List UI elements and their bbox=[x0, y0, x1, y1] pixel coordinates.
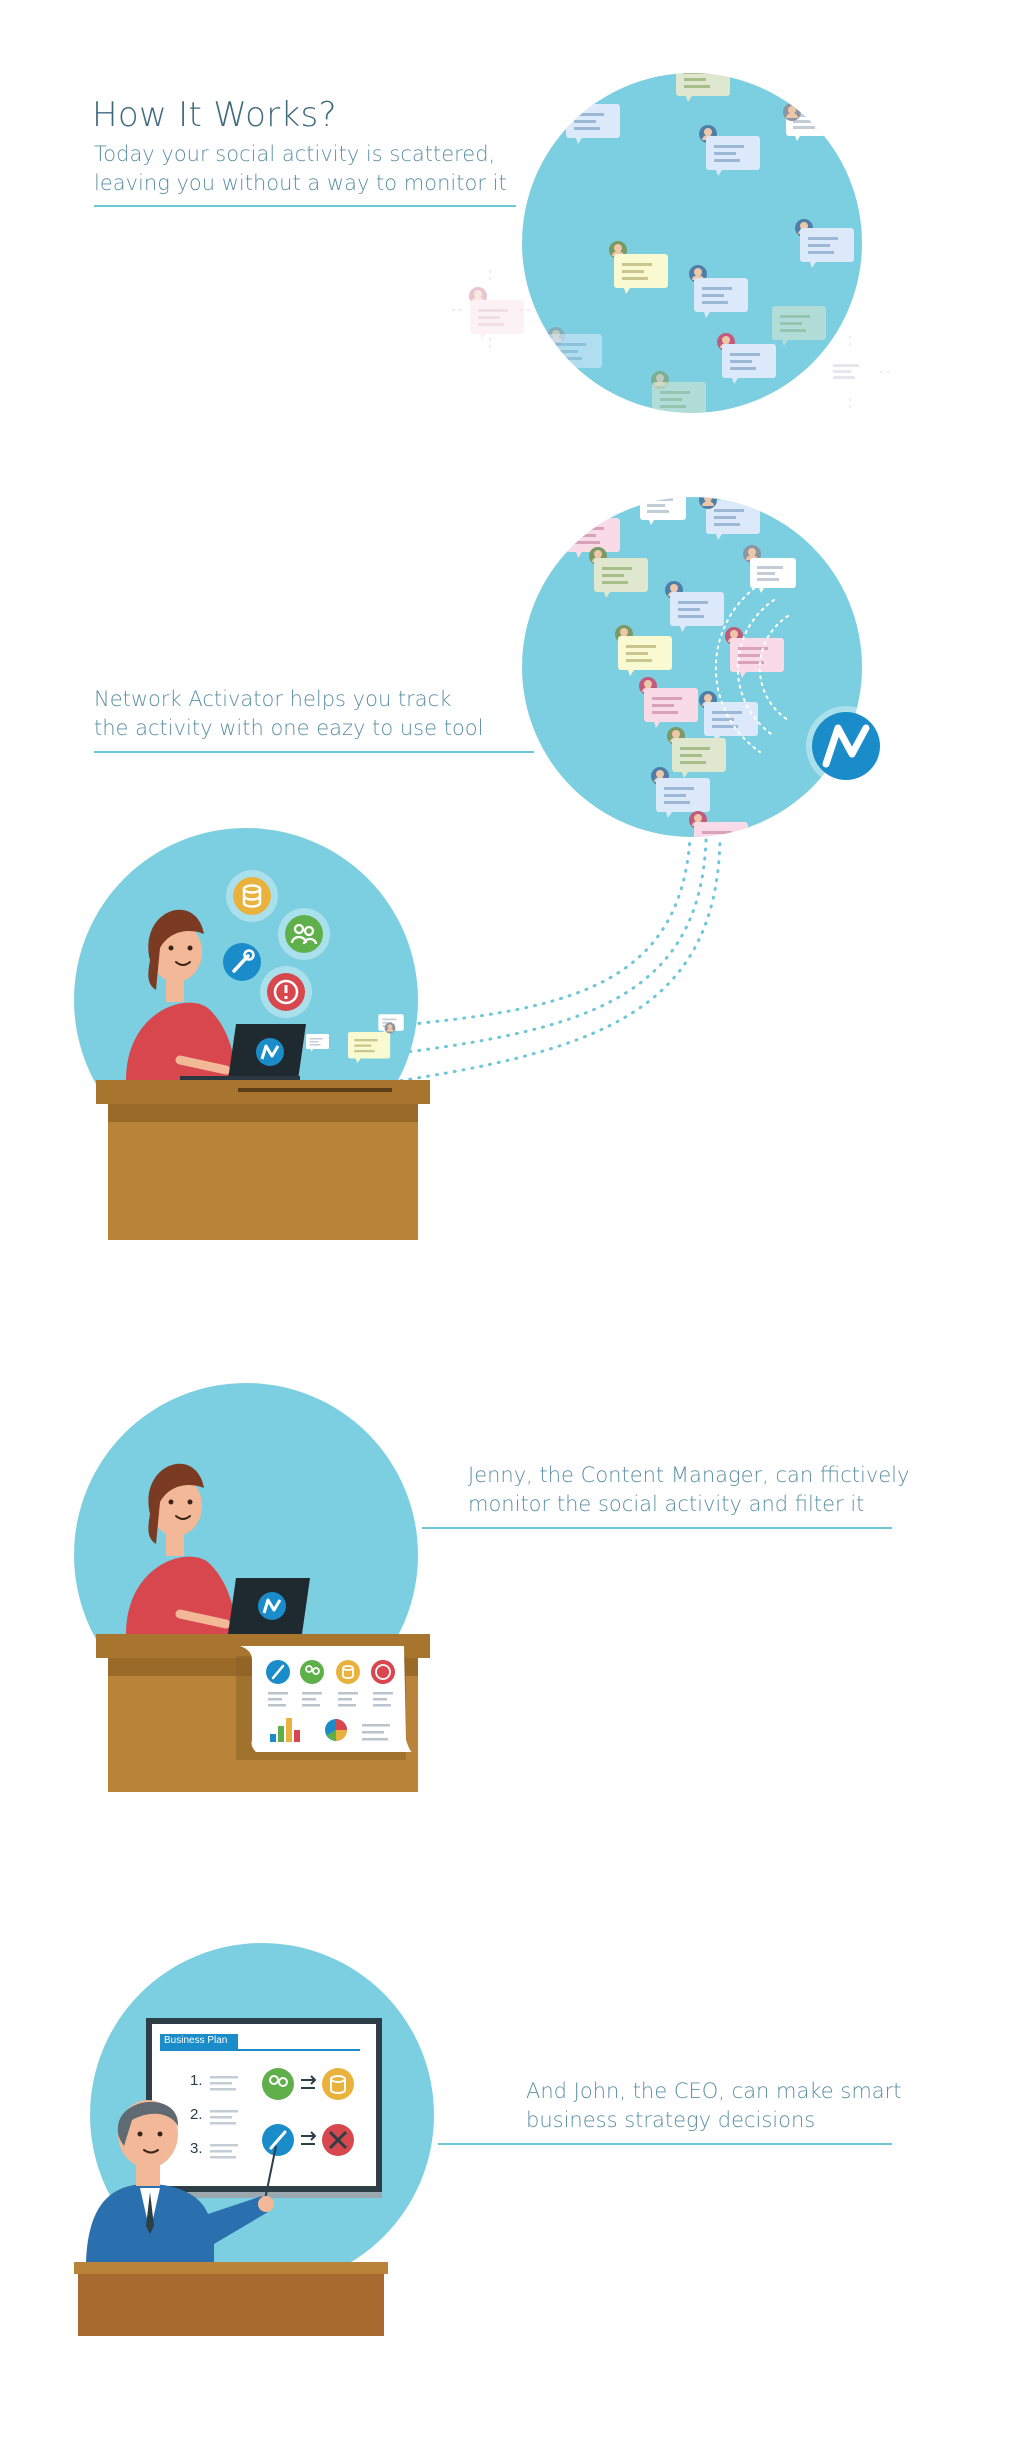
users-icon bbox=[285, 915, 323, 953]
jenny-report-illustration bbox=[74, 1383, 430, 1792]
board-step-3: 3. bbox=[190, 2140, 203, 2157]
board-users-icon bbox=[262, 2068, 294, 2100]
board-database-icon bbox=[322, 2068, 354, 2100]
ceo-desk bbox=[78, 2274, 384, 2336]
board-step-1: 1. bbox=[190, 2072, 203, 2089]
board-title: Business Plan bbox=[164, 2035, 228, 2046]
database-icon bbox=[233, 877, 271, 915]
desk bbox=[108, 1104, 418, 1240]
report-pie-chart bbox=[325, 1719, 347, 1741]
jenny-tracking-illustration bbox=[74, 828, 430, 1240]
ceo-illustration bbox=[74, 1943, 434, 2336]
faded-bubble-right bbox=[826, 336, 890, 410]
faded-bubble-left bbox=[452, 270, 532, 350]
illustration-canvas bbox=[74, 73, 890, 2336]
connection-lines bbox=[390, 836, 722, 1084]
board-step-2: 2. bbox=[190, 2106, 203, 2123]
scattered-activity-illustration bbox=[452, 73, 890, 413]
ceo-desk-top bbox=[74, 2262, 388, 2274]
tracking-illustration bbox=[522, 497, 886, 837]
report-sheet bbox=[240, 1646, 412, 1752]
